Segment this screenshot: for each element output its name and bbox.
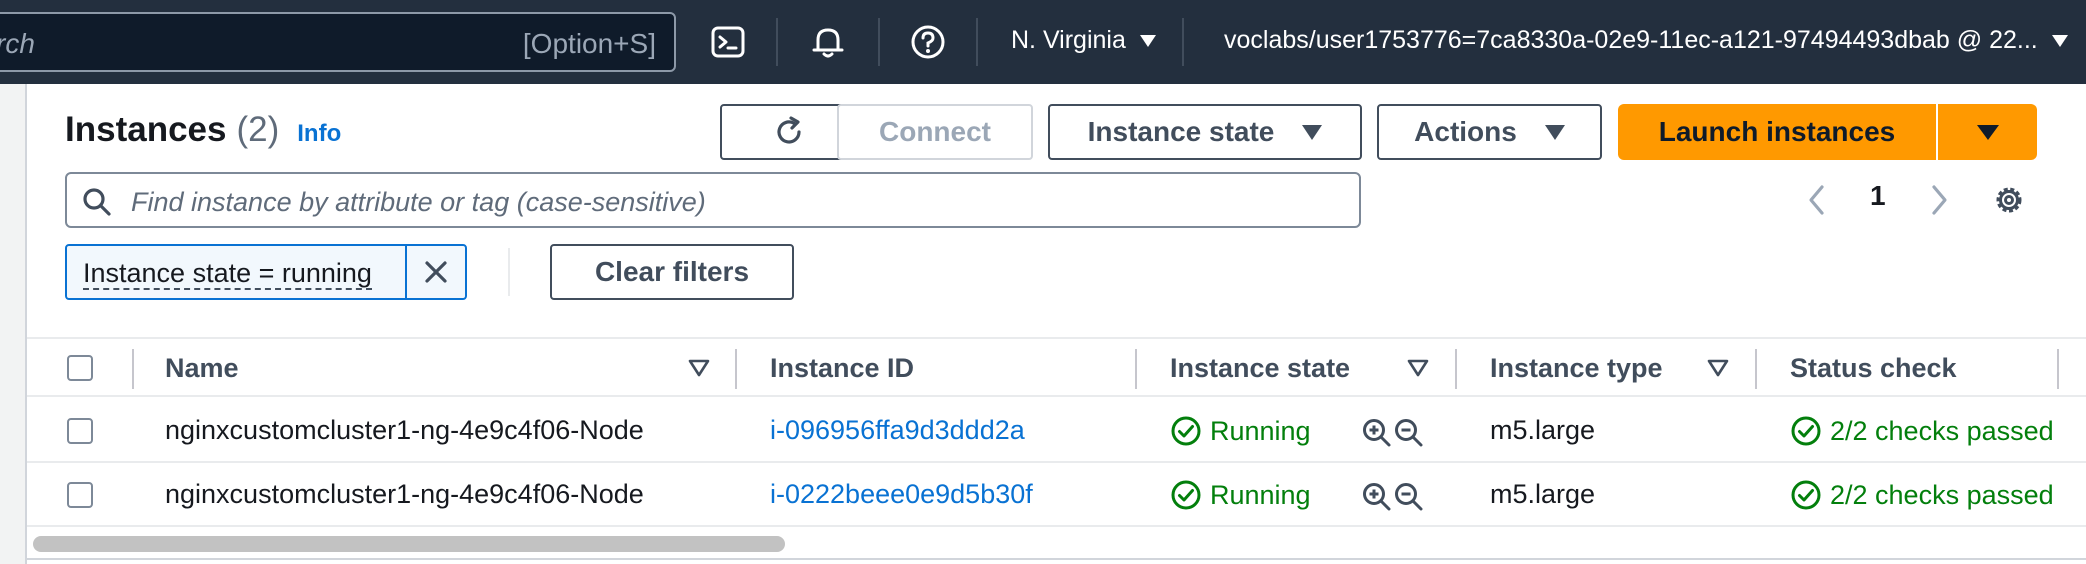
actions-dropdown[interactable]: Actions	[1377, 104, 1602, 160]
instance-id-link[interactable]: i-096956ffa9d3ddd2a	[770, 415, 1025, 446]
table-row[interactable]: nginxcustomcluster1-ng-4e9c4f06-Node i-0…	[27, 399, 2086, 463]
info-link[interactable]: Info	[297, 120, 341, 148]
instance-name: nginxcustomcluster1-ng-4e9c4f06-Node	[165, 479, 644, 509]
chevron-right-icon[interactable]	[1927, 183, 1951, 217]
cloudshell-icon[interactable]	[706, 20, 750, 64]
refresh-icon	[777, 116, 801, 144]
filter-placeholder: Find instance by attribute or tag (case-…	[131, 187, 706, 217]
region-selector[interactable]: N. Virginia	[1011, 26, 1156, 55]
sort-icon[interactable]	[688, 357, 710, 379]
sort-icon[interactable]	[1407, 357, 1429, 379]
instance-state-label: Instance state	[1087, 116, 1275, 147]
select-all-checkbox[interactable]	[67, 355, 93, 381]
zoom-out-icon[interactable]	[1393, 481, 1425, 513]
instance-name: nginxcustomcluster1-ng-4e9c4f06-Node	[165, 415, 644, 445]
column-divider[interactable]	[1755, 349, 1757, 389]
caret-down-icon	[1302, 124, 1323, 140]
remove-filter-button[interactable]	[405, 246, 465, 298]
actions-label: Actions	[1414, 116, 1517, 147]
connect-label: Connect	[879, 116, 991, 147]
instance-state-dropdown[interactable]: Instance state	[1048, 104, 1362, 160]
filter-divider	[508, 248, 510, 296]
column-header-status-check[interactable]: Status check	[1790, 353, 1957, 384]
page-title: Instances (2) Info	[65, 110, 341, 150]
launch-instances-button[interactable]: Launch instances	[1618, 104, 1936, 160]
zoom-in-icon[interactable]	[1361, 417, 1393, 449]
column-header-instance-type[interactable]: Instance type	[1490, 353, 1663, 384]
caret-down-icon	[1976, 124, 1999, 140]
column-header-instance-id[interactable]: Instance ID	[770, 353, 914, 384]
connect-button[interactable]: Connect	[837, 104, 1033, 160]
page-number[interactable]: 1	[1870, 180, 1886, 212]
nav-divider	[776, 18, 778, 66]
check-circle-icon	[1791, 416, 1821, 446]
search-icon	[83, 188, 111, 216]
launch-options-dropdown[interactable]	[1938, 104, 2037, 160]
column-divider	[132, 349, 134, 389]
check-circle-icon	[1171, 416, 1201, 446]
column-header-instance-state[interactable]: Instance state	[1170, 353, 1350, 384]
horizontal-scrollbar[interactable]	[33, 536, 785, 552]
gear-icon[interactable]	[1991, 182, 2027, 218]
account-menu[interactable]: voclabs/user1753776=7ca8330a-02e9-11ec-a…	[1224, 26, 2068, 55]
close-icon	[425, 261, 447, 283]
launch-label: Launch instances	[1658, 116, 1896, 147]
table-bottom-border	[27, 558, 2086, 560]
title-text: Instances	[65, 110, 227, 149]
state-filter-controls	[1361, 481, 1425, 513]
clear-filters-label: Clear filters	[594, 256, 750, 287]
instance-count: (2)	[236, 110, 280, 149]
column-divider[interactable]	[1135, 349, 1137, 389]
status-check-cell: 2/2 checks passed	[1790, 479, 2054, 511]
column-divider[interactable]	[2057, 349, 2059, 389]
chevron-left-icon[interactable]	[1805, 183, 1829, 217]
nav-divider	[1182, 18, 1184, 66]
sort-icon[interactable]	[1707, 357, 1729, 379]
help-icon[interactable]	[906, 20, 950, 64]
instance-filter-input[interactable]: Find instance by attribute or tag (case-…	[65, 172, 1361, 228]
top-navigation-bar: rch [Option+S] N. Virginia voclabs/user1…	[0, 0, 2086, 84]
zoom-out-icon[interactable]	[1393, 417, 1425, 449]
account-label: voclabs/user1753776=7ca8330a-02e9-11ec-a…	[1224, 26, 2038, 54]
filter-token[interactable]: Instance state = running	[65, 244, 467, 300]
zoom-in-icon[interactable]	[1361, 481, 1393, 513]
state-filter-controls	[1361, 417, 1425, 449]
status-check-text: 2/2 checks passed	[1830, 479, 2054, 510]
column-divider[interactable]	[1455, 349, 1457, 389]
table-header: Name Instance ID Instance state Instance…	[27, 337, 2086, 397]
caret-down-icon	[1544, 124, 1565, 140]
row-checkbox[interactable]	[67, 418, 93, 444]
column-divider[interactable]	[735, 349, 737, 389]
instance-type: m5.large	[1490, 479, 1596, 509]
status-check-cell: 2/2 checks passed	[1790, 415, 2054, 447]
instance-id-link[interactable]: i-0222beee0e9d5b30f	[770, 479, 1033, 510]
check-circle-icon	[1171, 480, 1201, 510]
instance-state-text: Running	[1210, 479, 1311, 510]
search-shortcut-hint: [Option+S]	[522, 28, 656, 59]
status-check-text: 2/2 checks passed	[1830, 415, 2054, 446]
clear-filters-button[interactable]: Clear filters	[550, 244, 794, 300]
caret-down-icon	[2051, 34, 2068, 47]
nav-divider	[878, 18, 880, 66]
bell-icon[interactable]	[806, 20, 850, 64]
caret-down-icon	[1139, 34, 1156, 47]
instance-state-cell: Running	[1170, 415, 1311, 447]
column-header-name[interactable]: Name	[165, 353, 239, 384]
region-label: N. Virginia	[1011, 26, 1126, 54]
instance-state-cell: Running	[1170, 479, 1311, 511]
table-row[interactable]: nginxcustomcluster1-ng-4e9c4f06-Node i-0…	[27, 463, 2086, 527]
instance-state-text: Running	[1210, 415, 1311, 446]
instance-type: m5.large	[1490, 415, 1596, 445]
row-checkbox[interactable]	[67, 482, 93, 508]
instances-panel: Instances (2) Info Connect Instance stat…	[25, 84, 2086, 564]
check-circle-icon	[1791, 480, 1821, 510]
search-placeholder: rch	[0, 28, 35, 59]
nav-divider	[976, 18, 978, 66]
filter-token-label[interactable]: Instance state = running	[83, 258, 372, 290]
global-search-input[interactable]: rch [Option+S]	[0, 12, 676, 72]
